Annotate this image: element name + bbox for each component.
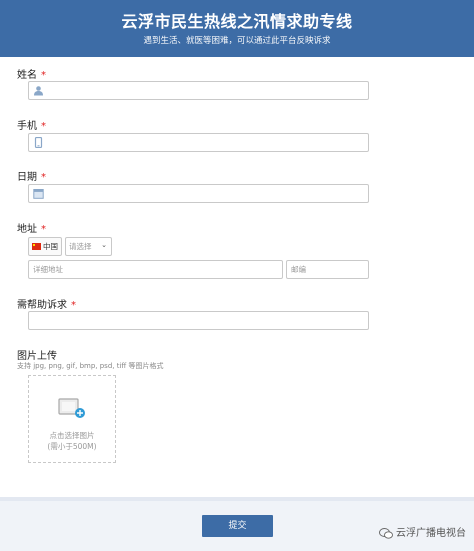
request-input[interactable] xyxy=(28,311,369,330)
address-detail-input[interactable]: 详细地址 xyxy=(28,260,283,279)
watermark-text: 云浮广播电视台 xyxy=(396,528,466,539)
required-mark: * xyxy=(41,224,46,235)
china-flag-icon xyxy=(32,243,41,250)
chevron-down-icon: ⌄ xyxy=(101,241,107,249)
phone-icon xyxy=(34,137,43,148)
request-label: 需帮助诉求 * xyxy=(17,296,76,311)
date-label: 日期 * xyxy=(17,168,46,183)
required-mark: * xyxy=(41,172,46,183)
user-icon xyxy=(34,86,43,96)
country-name: 中国 xyxy=(43,242,58,251)
page-title: 云浮市民生热线之汛情求助专线 xyxy=(121,12,353,31)
country-selector[interactable]: 中国 xyxy=(28,237,62,256)
region-select[interactable]: 请选择 ⌄ xyxy=(65,237,112,256)
wechat-icon xyxy=(379,527,393,539)
date-input[interactable] xyxy=(28,184,369,203)
name-label: 姓名 * xyxy=(17,66,46,81)
address-label-text: 地址 xyxy=(17,224,37,235)
phone-input[interactable] xyxy=(28,133,369,152)
image-upload-text-line2: (需小于500M) xyxy=(47,442,97,451)
name-input[interactable] xyxy=(28,81,369,100)
page-header: 云浮市民生热线之汛情求助专线 遇到生活、就医等困难，可以通过此平台反映诉求 xyxy=(0,0,474,57)
required-mark: * xyxy=(41,70,46,81)
date-label-text: 日期 xyxy=(17,172,37,183)
image-add-icon xyxy=(58,398,85,418)
required-mark: * xyxy=(41,121,46,132)
request-label-text: 需帮助诉求 xyxy=(17,300,67,311)
page-subtitle: 遇到生活、就医等困难，可以通过此平台反映诉求 xyxy=(143,36,331,46)
name-label-text: 姓名 xyxy=(17,70,37,81)
zip-code-placeholder: 邮编 xyxy=(291,265,306,274)
required-mark: * xyxy=(71,300,76,311)
submit-button[interactable]: 提交 xyxy=(202,515,273,537)
image-upload-text-line1: 点击选择图片 xyxy=(49,431,95,440)
region-select-value: 请选择 xyxy=(69,242,92,251)
calendar-icon xyxy=(33,189,44,199)
phone-label-text: 手机 xyxy=(17,121,37,132)
address-detail-placeholder: 详细地址 xyxy=(33,265,63,274)
image-upload-label: 图片上传 xyxy=(17,347,57,362)
zip-code-input[interactable]: 邮编 xyxy=(286,260,369,279)
image-upload-text: 点击选择图片 (需小于500M) xyxy=(29,430,115,452)
image-upload-hint: 支持 jpg, png, gif, bmp, psd, tiff 等图片格式 xyxy=(17,362,164,370)
image-upload-button[interactable]: 点击选择图片 (需小于500M) xyxy=(28,375,116,463)
watermark: 云浮广播电视台 xyxy=(379,524,466,539)
address-label: 地址 * xyxy=(17,220,46,235)
phone-label: 手机 * xyxy=(17,117,46,132)
